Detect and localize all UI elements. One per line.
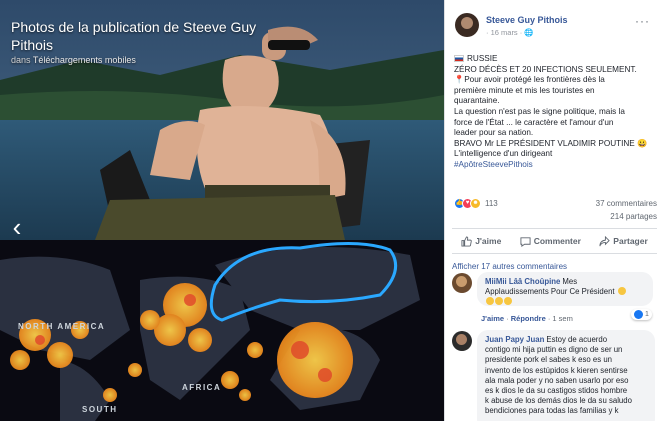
comment-actions: J'aime · Répondre · 1 sem — [481, 314, 573, 323]
thumbs-up-icon — [461, 235, 472, 247]
post-line: ZÉRO DÉCÈS ET 20 INFECTIONS SEULEMENT. — [454, 64, 637, 74]
post-line: BRAVO Mr LE PRÉSIDENT VLADIMIR POUTINE 😀 — [454, 138, 648, 148]
post-meta: · 16 mars · 🌐 — [486, 28, 534, 37]
comment-text: contigo mi hija puttin es digno de ser u… — [485, 345, 623, 355]
post-line: leader pour sa nation. — [454, 128, 534, 138]
comments-count[interactable]: 37 commentaires — [596, 199, 657, 208]
post-action-bar: J'aime Commenter Partager — [452, 228, 657, 254]
comment-text: bendiciones para todas las familias y k — [485, 406, 619, 416]
clapping-emoji-icon — [486, 297, 494, 306]
comment-text: k abuse de los demás dios le da su salud… — [485, 396, 632, 406]
comment-button[interactable]: Commenter — [520, 236, 581, 247]
reactions-count: 113 — [485, 198, 498, 208]
map-label-south: SOUTH — [82, 405, 118, 414]
haha-reaction-icon: ☻ — [470, 197, 481, 209]
viewer-album: dans Téléchargements mobiles — [11, 55, 136, 65]
comment-time[interactable]: 1 sem — [552, 314, 572, 323]
share-icon — [599, 235, 611, 246]
comment-text: presidente pork el sabes k eso es un — [485, 355, 612, 365]
comment-text: Mes — [562, 277, 578, 286]
comment-author[interactable]: Juan Papy Juan — [485, 335, 544, 344]
post-author[interactable]: Steeve Guy Pithois — [486, 15, 568, 25]
clapping-emoji-icon — [495, 297, 503, 306]
map-label-north-america: NORTH AMERICA — [18, 322, 106, 331]
comment-like-count: 1 — [645, 311, 649, 318]
comment-bubble: Juan Papy Juan Estoy de acuerdo contigo m… — [477, 330, 655, 421]
post-text: RUSSIE ZÉRO DÉCÈS ET 20 INFECTIONS SEULE… — [454, 54, 656, 171]
share-label: Partager — [613, 236, 648, 246]
post-line: L'intelligence d'un dirigeant — [454, 149, 553, 159]
comment-label: Commenter — [533, 236, 581, 246]
post-line: première minute et mis les touristes en — [454, 85, 595, 95]
post-hashtag[interactable]: #ApôtreSteevePithois — [454, 160, 656, 171]
viewer-title: Photos de la publication de Steeve Guy P… — [11, 19, 257, 53]
comment-reply-link[interactable]: Répondre — [511, 314, 546, 323]
like-reaction-icon — [634, 310, 643, 319]
reactions-summary[interactable]: 👍 ♥ ☻ 113 — [454, 197, 498, 209]
view-more-comments-link[interactable]: Afficher 17 autres commentaires — [452, 262, 567, 271]
comment-text: es k dios le da su castigos stidos hombr… — [485, 386, 628, 396]
comment-text: Applaudissements Pour Ce Président — [485, 287, 615, 297]
previous-photo-button[interactable]: ‹ — [6, 212, 28, 242]
like-label: J'aime — [475, 236, 502, 246]
post-line: 📍Pour avoir protégé les frontières dès l… — [454, 75, 605, 85]
share-button[interactable]: Partager — [599, 235, 648, 247]
comment-text: invento de los estúpidos k kieren sentir… — [485, 365, 628, 375]
post-line: RUSSIE — [454, 54, 656, 65]
comment-avatar[interactable] — [452, 331, 472, 351]
comment-like-link[interactable]: J'aime — [481, 314, 504, 323]
russia-flag-icon — [454, 55, 464, 62]
comment-text: ala mala poder y no saben usarlo por eso — [485, 375, 629, 385]
author-avatar[interactable] — [455, 13, 479, 37]
post-line: force de l'État ... le caractère et l'am… — [454, 117, 614, 127]
post-panel: Steeve Guy Pithois · 16 mars · 🌐 ··· RUS… — [444, 0, 661, 421]
more-options-icon[interactable]: ··· — [635, 14, 650, 28]
globe-icon: 🌐 — [524, 28, 534, 37]
post-line: quarantaine. — [454, 96, 500, 106]
comment-text: Estoy de acuerdo — [546, 335, 608, 344]
post-date[interactable]: 16 mars — [491, 28, 518, 37]
comment-avatar[interactable] — [452, 273, 472, 293]
shares-count[interactable]: 214 partages — [610, 212, 657, 221]
album-link[interactable]: Téléchargements mobiles — [33, 55, 136, 65]
photo-viewer: Photos de la publication de Steeve Guy P… — [0, 0, 444, 421]
album-prefix: dans — [11, 55, 31, 65]
like-button[interactable]: J'aime — [461, 235, 502, 247]
post-line: La question n'est pas le signe politique… — [454, 106, 625, 116]
comment-bubble: MiiMii Lââ Choûpine Mes Applaudissements … — [477, 272, 653, 306]
comment-icon — [520, 236, 531, 247]
map-label-africa: AFRICA — [182, 383, 222, 392]
comment-like-badge[interactable]: 1 — [631, 309, 652, 320]
clapping-emoji-icon — [504, 297, 512, 306]
comment-author[interactable]: MiiMii Lââ Choûpine — [485, 277, 560, 286]
clapping-emoji-icon — [617, 287, 626, 296]
